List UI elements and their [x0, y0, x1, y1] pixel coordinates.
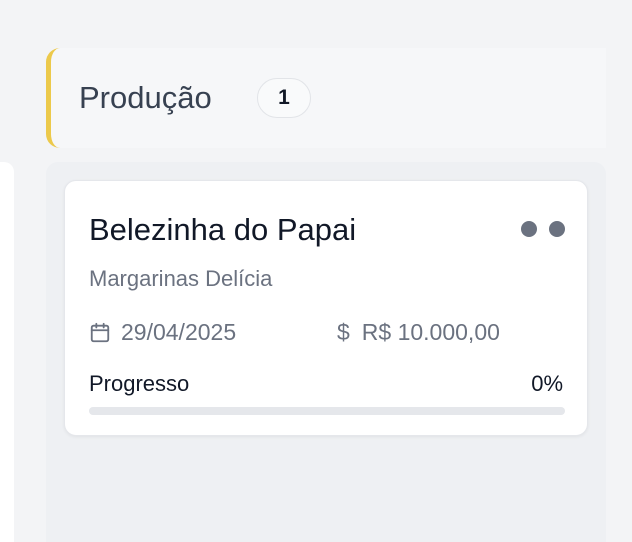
card-date: 29/04/2025 — [89, 319, 236, 346]
column-title: Produção — [79, 80, 212, 115]
calendar-icon — [90, 322, 110, 342]
column-count-badge: 1 — [257, 78, 311, 118]
more-dots-icon — [549, 221, 565, 237]
progress-bar — [89, 407, 565, 415]
progress-label: Progresso — [89, 371, 190, 396]
card-client: Margarinas Delícia — [89, 266, 273, 291]
card-date-text: 29/04/2025 — [121, 319, 237, 345]
card-menu-button[interactable] — [521, 217, 565, 241]
previous-column-edge — [0, 162, 14, 542]
card-title: Belezinha do Papai — [89, 212, 357, 247]
project-card[interactable]: Belezinha do Papai Margarinas Delícia 29… — [64, 180, 588, 436]
dollar-icon: $ — [337, 319, 350, 345]
more-dots-icon — [521, 221, 537, 237]
column-header: Produção 1 — [46, 48, 606, 148]
card-value-text: R$ 10.000,00 — [361, 319, 500, 345]
kanban-column-producao: Produção 1 Belezinha do Papai Margarinas… — [46, 48, 606, 542]
progress-value: 0% — [531, 371, 563, 396]
card-value: $ R$ 10.000,00 — [337, 319, 500, 346]
